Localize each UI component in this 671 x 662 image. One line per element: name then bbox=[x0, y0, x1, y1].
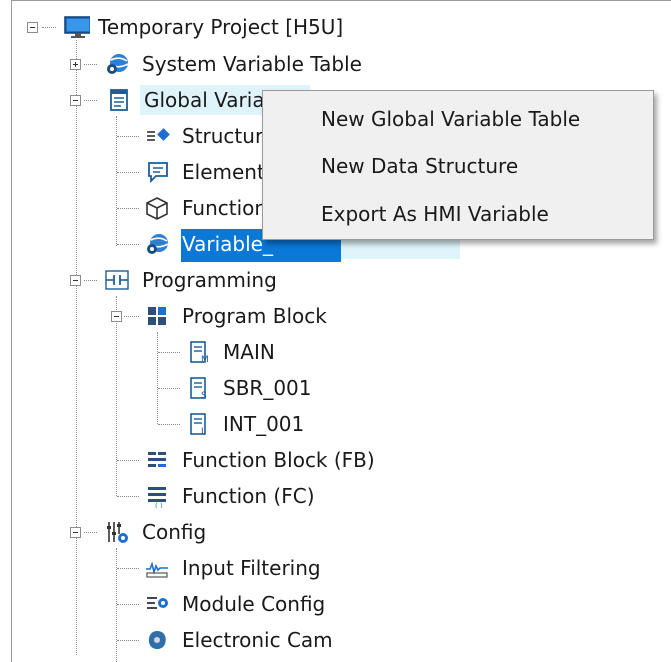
module-config-label: Module Config bbox=[182, 592, 326, 616]
menu-item-new-data-structure[interactable]: New Data Structure bbox=[321, 154, 518, 178]
collapse-program-block-toggle[interactable] bbox=[111, 311, 122, 322]
tree-node-function-block[interactable]: Function Block (FB) bbox=[140, 445, 375, 475]
tree-node-module-config[interactable]: Module Config bbox=[140, 589, 325, 619]
ladder-contact-icon bbox=[105, 270, 129, 290]
variable-selected-label: Variable_ bbox=[182, 232, 273, 256]
doc-m-icon: M bbox=[190, 341, 209, 364]
signal-wave-icon bbox=[146, 561, 168, 578]
collapse-global-variables-toggle[interactable] bbox=[70, 95, 81, 106]
monitor-icon bbox=[64, 16, 90, 38]
tree-node-elements[interactable]: Elements bbox=[140, 157, 275, 187]
collapse-programming-toggle[interactable] bbox=[70, 275, 81, 286]
sbr-001-label: SBR_001 bbox=[223, 376, 312, 400]
int-001-label: INT_001 bbox=[223, 412, 305, 436]
tree-node-programming[interactable]: Programming bbox=[100, 265, 277, 295]
function-block-label: Function Block (FB) bbox=[182, 448, 375, 472]
doc-i-icon: I bbox=[190, 413, 206, 436]
electronic-cam-label: Electronic Cam bbox=[182, 628, 333, 652]
tree-node-input-filtering[interactable]: Input Filtering bbox=[140, 553, 321, 583]
svg-text:I: I bbox=[201, 427, 204, 436]
tree-node-global-variables[interactable]: Global Variables bbox=[100, 85, 306, 115]
svg-text:M: M bbox=[201, 355, 209, 364]
cam-icon bbox=[148, 631, 166, 650]
config-label: Config bbox=[142, 520, 207, 544]
globe-gear-icon bbox=[147, 234, 169, 254]
root-label: Temporary Project [H5U] bbox=[98, 15, 344, 39]
structure-icon bbox=[147, 128, 170, 141]
collapse-config-toggle[interactable] bbox=[70, 527, 81, 538]
tree-node-variable-selected[interactable]: Variable_ bbox=[140, 229, 273, 259]
sliders-gear-icon bbox=[107, 522, 128, 543]
list-gear-icon bbox=[147, 597, 168, 609]
main-label: MAIN bbox=[223, 340, 275, 364]
cube-icon bbox=[146, 197, 168, 220]
menu-item-export-as-hmi-variable[interactable]: Export As HMI Variable bbox=[321, 202, 549, 226]
tree-node-int-001[interactable]: I INT_001 bbox=[181, 409, 304, 439]
doc-s-icon: S bbox=[190, 377, 207, 400]
tree-node-config[interactable]: Config bbox=[100, 517, 206, 547]
system-variable-table-label: System Variable Table bbox=[142, 52, 362, 76]
svg-text:( ): ( ) bbox=[155, 502, 163, 508]
globe-gear-icon bbox=[107, 54, 129, 74]
tree-node-system-variable-table[interactable]: System Variable Table bbox=[100, 49, 362, 79]
speech-bubble-icon bbox=[148, 162, 168, 184]
expand-system-variable-table-toggle[interactable] bbox=[70, 59, 81, 70]
tree-node-root[interactable]: Temporary Project [H5U] bbox=[60, 12, 343, 42]
context-menu: New Global Variable Table New Data Struc… bbox=[262, 90, 654, 240]
tree-node-sbr-001[interactable]: S SBR_001 bbox=[181, 373, 312, 403]
tree-node-function-fc[interactable]: ( ) Function (FC) bbox=[140, 481, 315, 511]
fb-icon bbox=[148, 452, 166, 467]
tree-node-electronic-cam[interactable]: Electronic Cam bbox=[140, 625, 333, 655]
tree-node-program-block[interactable]: Program Block bbox=[140, 301, 327, 331]
menu-item-new-global-variable-table[interactable]: New Global Variable Table bbox=[321, 107, 580, 131]
collapse-root-toggle[interactable] bbox=[27, 22, 38, 33]
blocks-icon bbox=[148, 307, 166, 325]
program-block-label: Program Block bbox=[182, 304, 327, 328]
tree-node-main[interactable]: M MAIN bbox=[181, 337, 275, 367]
table-document-icon bbox=[110, 89, 128, 111]
tree-node-functions[interactable]: Functions bbox=[140, 193, 278, 223]
fc-icon: ( ) bbox=[148, 487, 166, 508]
svg-text:S: S bbox=[201, 391, 207, 400]
programming-label: Programming bbox=[142, 268, 277, 292]
function-fc-label: Function (FC) bbox=[182, 484, 315, 508]
input-filtering-label: Input Filtering bbox=[182, 556, 321, 580]
